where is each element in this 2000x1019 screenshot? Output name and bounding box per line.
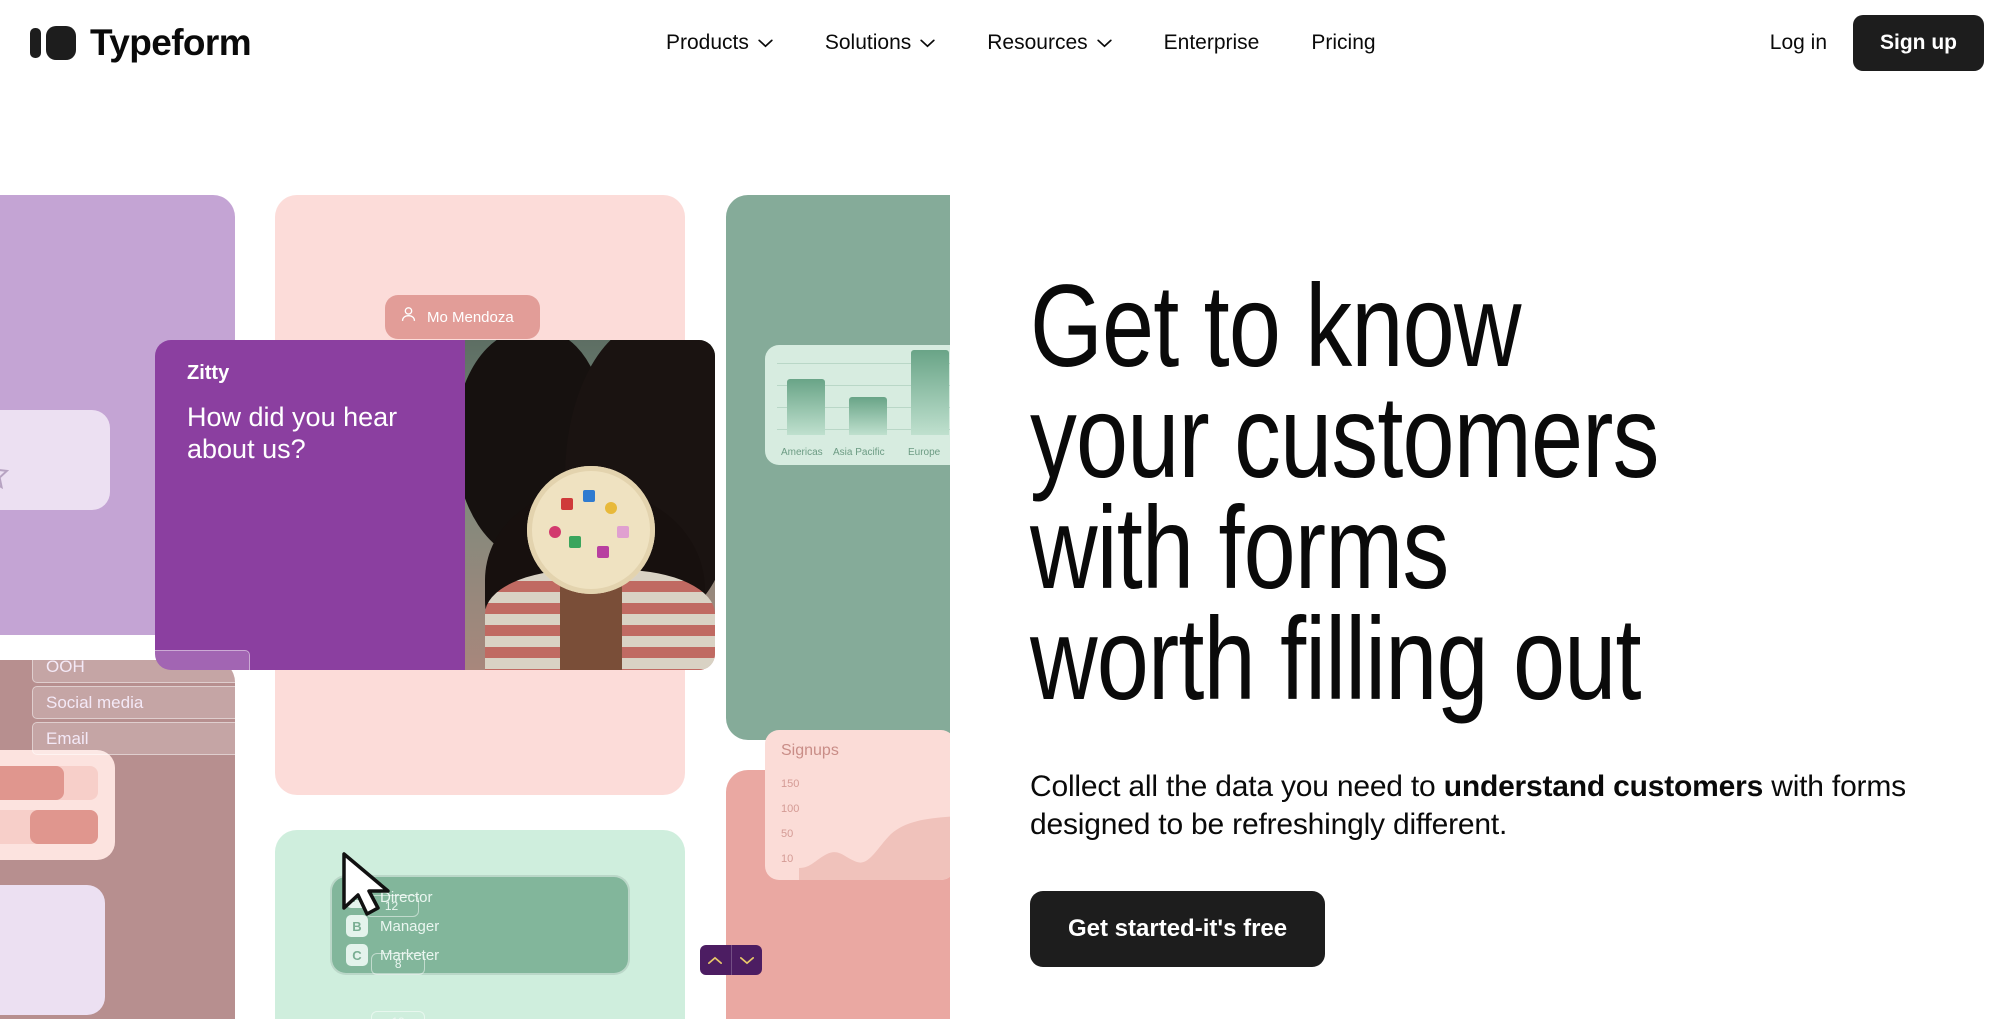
form-option-ooh[interactable]: OOH [32,650,250,683]
option-value: 12 [364,895,419,917]
option-label: OOH [46,656,85,676]
signups-ytick: 10 [781,853,794,865]
page-title: Get to know your customers with forms wo… [1030,260,1894,725]
signups-area-path [799,816,950,880]
nav-label: Enterprise [1163,31,1260,54]
list-item[interactable]: B Manager 8 [346,915,440,975]
nav-item-pricing[interactable]: Pricing [1285,31,1401,55]
hero-sub-bold: understand customers [1443,769,1764,803]
hero-section: Get to know your customers with forms wo… [1030,260,1906,967]
nav-actions: Log in Sign up [1744,0,1984,86]
login-link[interactable]: Log in [1744,31,1853,55]
nav-item-enterprise[interactable]: Enterprise [1138,31,1286,55]
progress-bar-fill [30,810,98,844]
option-label: Social media [46,692,144,712]
nav-item-resources[interactable]: Resources [961,31,1137,55]
signups-chart-card: Signups 150 100 50 10 [765,730,950,880]
average-rating-card: erage rating [0,410,110,510]
regional-bar-chart-card: Americas Asia Pacific Europe [765,345,950,465]
option-label: Marketer [380,946,440,964]
nav-label: Resources [987,31,1088,54]
option-value: 19 [371,1011,426,1019]
contact-name-chip: Mo Mendoza [385,295,540,339]
person-icon [399,305,418,329]
form-question: How did you hear about us? [187,402,398,464]
list-item[interactable]: A Director 12 [346,886,433,917]
top-navigation-bar: Typeform Products Solutions Resources En… [0,0,2000,86]
rating-stars [0,458,10,492]
chart-bar-americas [787,379,825,435]
star-outline-icon [0,469,10,490]
chart-bar-europe [911,350,949,435]
nav-item-solutions[interactable]: Solutions [799,31,961,55]
signup-button[interactable]: Sign up [1853,15,1984,71]
form-preview-card: Zitty How did you hear about us? [155,340,465,670]
chart-category-label: Americas [781,447,823,458]
main-nav-links: Products Solutions Resources Enterprise … [640,0,1402,86]
nav-label: Solutions [824,31,912,54]
option-label: Manager [380,917,440,935]
option-label: Email [46,728,89,748]
roles-options-card: A Director 12 B Manager 8 C Marketer 19 [330,875,630,1019]
brand-name: Typeform [90,22,252,63]
nav-label: Pricing [1311,31,1376,54]
option-key: B [346,915,368,937]
hero-title-line-2: your customers [1030,371,1659,503]
nav-label: Products [666,31,749,54]
option-key: C [346,944,368,966]
typeform-logo-icon [30,26,76,60]
hero-title-line-1: Get to know [1030,260,1521,391]
chevron-down-icon [920,38,935,48]
chevron-down-icon [1097,38,1112,48]
signups-ytick: 50 [781,828,794,840]
progress-bar-fill [0,766,64,800]
brand-logo[interactable]: Typeform [30,22,252,64]
hero-sub-pre: Collect all the data you need to [1030,769,1444,803]
chart-category-label: Asia Pacific [833,447,885,458]
progress-bars-card [0,750,115,860]
nav-item-products[interactable]: Products [640,31,799,55]
form-option-email[interactable]: Email [32,722,250,755]
qualified-lead-card: fied lead ey Smith y@company.com $10,000 [0,885,105,1015]
hero-title-line-4: worth filling out [1030,593,1642,725]
chart-bar-asia-pacific [849,397,887,435]
chevron-up-icon[interactable] [700,945,732,975]
hero-title-line-3: with forms [1030,482,1449,614]
hero-subtitle: Collect all the data you need to underst… [1030,768,1910,844]
signups-ytick: 100 [781,803,800,815]
signups-title: Signups [781,742,839,759]
list-item[interactable]: C Marketer 19 [346,944,440,1019]
signups-ytick: 150 [781,778,800,790]
chevron-down-icon [758,38,773,48]
form-preview-photo [465,340,715,670]
form-option-social-media[interactable]: Social media [32,686,250,719]
chart-category-label: Europe [908,447,941,458]
contact-name: Mo Mendoza [427,308,514,326]
form-brand-name: Zitty [187,362,230,384]
hero-illustration: erage rating fied lead ey Smith y@compan… [0,150,950,1019]
get-started-button[interactable]: Get started-it's free [1030,890,1326,967]
form-navigation-controls [700,945,762,975]
illustration-column-green [726,195,950,740]
chevron-down-icon[interactable] [732,945,763,975]
